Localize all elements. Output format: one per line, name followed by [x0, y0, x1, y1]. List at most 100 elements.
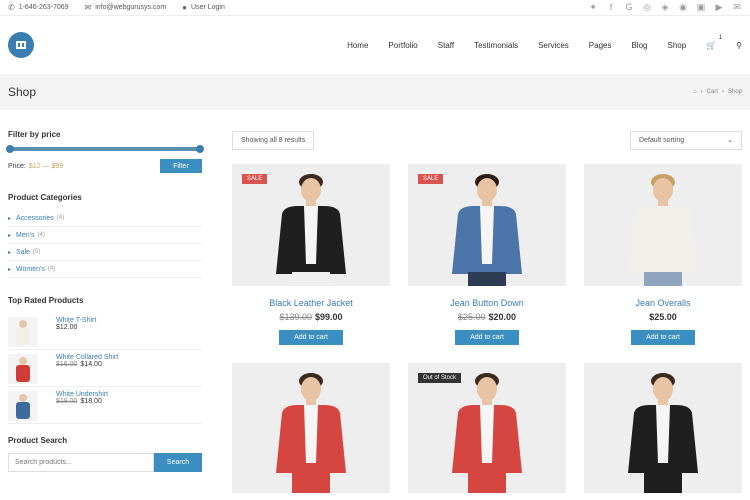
product-card[interactable]: SALE Black Leather Jacket $139.00 $99.00 Add…: [232, 164, 390, 345]
nav-staff[interactable]: Staff: [438, 41, 454, 50]
product-listing: Showing all 8 results Default sorting ⌄ …: [232, 110, 742, 493]
product-image[interactable]: [584, 363, 742, 493]
top-rated-item[interactable]: White Collared Shirt $16.00 $14.00: [8, 350, 202, 387]
product-search-form: Search: [8, 453, 202, 472]
breadcrumb-cart[interactable]: Cart: [707, 89, 718, 95]
product-current-price: $99.00: [315, 312, 343, 322]
cart-count: 1: [718, 34, 723, 41]
price-slider-max-handle[interactable]: [196, 145, 204, 153]
top-rated-name[interactable]: White Collared Shirt: [56, 354, 118, 361]
product-image[interactable]: [232, 363, 390, 493]
category-count: (4): [47, 266, 56, 272]
result-count: Showing all 8 results: [232, 130, 315, 150]
login-link[interactable]: ● User Login: [182, 3, 225, 12]
nav-pages[interactable]: Pages: [589, 41, 612, 50]
product-search-title: Product Search: [8, 436, 68, 445]
product-price: $25.00 $20.00: [408, 312, 566, 322]
nav-testimonials[interactable]: Testimonials: [474, 41, 518, 50]
add-to-cart-button[interactable]: Add to cart: [279, 330, 343, 345]
main-nav: Home Portfolio Staff Testimonials Servic…: [347, 35, 742, 50]
instagram-icon[interactable]: ◉: [678, 2, 688, 13]
product-name[interactable]: Black Leather Jacket: [232, 298, 390, 308]
vk-icon[interactable]: ◈: [660, 2, 670, 13]
top-rated-current-price: $12.00: [56, 324, 78, 331]
nav-services[interactable]: Services: [538, 41, 569, 50]
top-rated-price: $19.00 $18.00: [56, 398, 108, 405]
product-card[interactable]: Out of Stock: [408, 363, 566, 493]
product-card[interactable]: Jean Overalls $25.00 Add to cart: [584, 164, 742, 345]
category-label[interactable]: Men's: [16, 232, 34, 239]
category-count: (4): [56, 215, 65, 221]
product-photo: [232, 363, 390, 493]
categories-title: Product Categories: [8, 193, 82, 202]
price-label: Price:: [8, 162, 26, 170]
nav-home[interactable]: Home: [347, 41, 368, 50]
pinterest-icon[interactable]: ◎: [642, 2, 652, 13]
top-rated-item[interactable]: White T-Shirt $12.00: [8, 313, 202, 350]
phone-icon: ✆: [8, 3, 15, 12]
product-card[interactable]: SALE Jean Button Down $25.00 $20.00 Add to c…: [408, 164, 566, 345]
twitter-icon[interactable]: ✦: [588, 2, 598, 13]
category-label[interactable]: Accessories: [16, 215, 54, 222]
category-item[interactable]: ▸ Sale (5): [8, 244, 202, 261]
site-logo[interactable]: [8, 32, 34, 58]
product-image[interactable]: SALE: [232, 164, 390, 286]
linkedin-icon[interactable]: ▣: [696, 2, 706, 13]
product-search-widget: Product Search Search: [8, 436, 202, 472]
top-rated-name[interactable]: White T-Shirt: [56, 317, 96, 324]
top-bar: ✆ 1-646-263-7069 ✉ info@webgurusys.com ●…: [0, 0, 750, 16]
product-image[interactable]: SALE: [408, 164, 566, 286]
nav-blog[interactable]: Blog: [631, 41, 647, 50]
sorting-select[interactable]: Default sorting ⌄: [630, 130, 742, 150]
product-price: $25.00: [584, 312, 742, 322]
product-search-button[interactable]: Search: [154, 453, 202, 472]
price-slider-min-handle[interactable]: [6, 145, 14, 153]
category-label[interactable]: Sale: [16, 249, 30, 256]
product-search-input[interactable]: [8, 453, 154, 472]
user-icon: ●: [182, 3, 187, 12]
phone-number: 1-646-263-7069: [18, 4, 69, 11]
price-range-value: $12 — $99: [28, 162, 64, 170]
add-to-cart-button[interactable]: Add to cart: [455, 330, 519, 345]
breadcrumb-separator: ›: [700, 89, 703, 95]
add-to-cart-button[interactable]: Add to cart: [631, 330, 695, 345]
google-plus-icon[interactable]: G: [624, 2, 634, 13]
breadcrumb-shop: Shop: [727, 89, 742, 95]
phone-info: ✆ 1-646-263-7069: [8, 3, 69, 12]
product-name[interactable]: Jean Overalls: [584, 298, 742, 308]
youtube-icon[interactable]: ▶: [714, 2, 724, 13]
product-image[interactable]: [584, 164, 742, 286]
email-link[interactable]: info@webgurusys.com: [95, 4, 166, 11]
top-rated-name[interactable]: White Undershirt: [56, 391, 108, 398]
product-name[interactable]: Jean Button Down: [408, 298, 566, 308]
home-icon[interactable]: ⌂: [693, 89, 697, 95]
cart-button[interactable]: 🛒 1: [706, 35, 722, 50]
email-info[interactable]: ✉ info@webgurusys.com: [85, 3, 167, 12]
category-item[interactable]: ▸ Women's (4): [8, 261, 202, 278]
product-card[interactable]: [584, 363, 742, 493]
product-thumbnail[interactable]: [8, 317, 38, 347]
price-filter-title: Filter by price: [8, 130, 61, 139]
product-thumbnail[interactable]: [8, 354, 38, 384]
price-slider[interactable]: [6, 145, 204, 153]
nav-portfolio[interactable]: Portfolio: [388, 41, 417, 50]
nav-shop[interactable]: Shop: [667, 41, 686, 50]
top-rated-current-price: $18.00: [80, 398, 102, 405]
facebook-icon[interactable]: f: [606, 2, 616, 13]
category-item[interactable]: ▸ Men's (4): [8, 227, 202, 244]
product-photo: [584, 363, 742, 493]
product-card[interactable]: [232, 363, 390, 493]
product-image[interactable]: Out of Stock: [408, 363, 566, 493]
category-label[interactable]: Women's: [16, 266, 45, 273]
top-rated-current-price: $14.00: [80, 361, 102, 368]
top-rated-item[interactable]: White Undershirt $19.00 $18.00: [8, 387, 202, 424]
category-item[interactable]: ▸ Accessories (4): [8, 210, 202, 227]
login-label[interactable]: User Login: [191, 4, 225, 11]
mail-icon[interactable]: ✉: [732, 2, 742, 13]
envelope-icon: ✉: [84, 3, 92, 12]
search-icon[interactable]: ⚲: [736, 41, 742, 50]
product-thumbnail[interactable]: [8, 391, 38, 421]
filter-button[interactable]: Filter: [160, 159, 202, 173]
caret-right-icon: ▸: [8, 266, 12, 273]
social-links: ✦ f G ◎ ◈ ◉ ▣ ▶ ✉: [588, 2, 742, 13]
